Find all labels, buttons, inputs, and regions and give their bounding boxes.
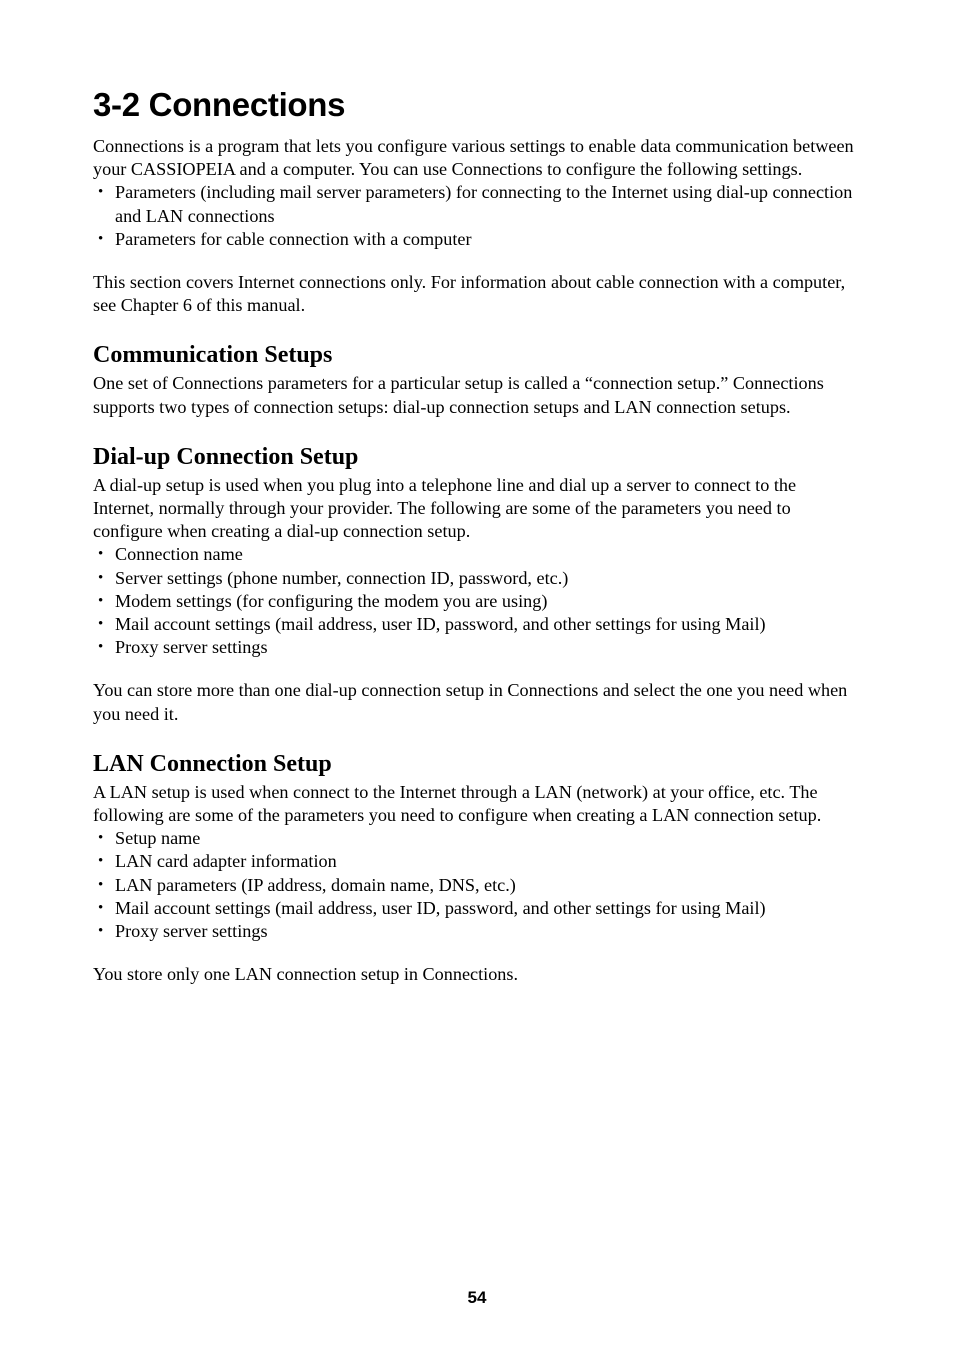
heading-lan-connection-setup: LAN Connection Setup: [93, 750, 332, 777]
bullet-icon: •: [98, 639, 104, 656]
list-item-label: Modem settings (for configuring the mode…: [115, 590, 548, 611]
list-item-label: Proxy server settings: [115, 637, 268, 658]
list-item: • Mail account settings (mail address, us…: [93, 613, 857, 636]
list-item-label: Connection name: [115, 544, 243, 565]
list-item: • Modem settings (for configuring the mod…: [93, 590, 857, 613]
intro-note-paragraph: This section covers Internet connections…: [93, 272, 846, 316]
list-item-label: Mail account settings (mail address, use…: [115, 614, 766, 635]
bullet-icon: •: [98, 230, 104, 247]
bullet-icon: •: [98, 592, 104, 609]
list-item-label: Parameters for cable connection with a c…: [115, 228, 472, 249]
list-item-label: Parameters (including mail server parame…: [115, 182, 853, 226]
lan-setup-paragraph: A LAN setup is used when connect to the …: [93, 781, 822, 826]
list-item: • Setup name: [93, 827, 857, 850]
list-item: • Parameters for cable connection with a …: [93, 228, 857, 251]
dialup-note-paragraph: You can store more than one dial-up conn…: [93, 680, 848, 724]
lan-note-paragraph: You store only one LAN connection setup …: [93, 964, 519, 985]
list-item-label: LAN parameters (IP address, domain name,…: [115, 874, 516, 895]
bullet-icon: •: [98, 184, 104, 201]
bullet-icon: •: [98, 616, 104, 633]
list-item-label: Mail account settings (mail address, use…: [115, 897, 766, 918]
page-content: 3-2 Connections Connections is a program…: [93, 86, 857, 986]
dialup-setup-paragraph: A dial-up setup is used when you plug in…: [93, 474, 797, 542]
list-item: • LAN parameters (IP address, domain name…: [93, 874, 857, 897]
document-page: 3-2 Connections Connections is a program…: [0, 0, 954, 1352]
bullet-icon: •: [98, 876, 104, 893]
intro-paragraph: Connections is a program that lets you c…: [93, 136, 854, 180]
bullet-icon: •: [98, 830, 104, 847]
list-item: • Server settings (phone number, connecti…: [93, 567, 857, 590]
bullet-icon: •: [98, 853, 104, 870]
list-item-label: Proxy server settings: [115, 921, 268, 942]
bullet-icon: •: [98, 899, 104, 916]
lan-bullet-list: • Setup name • LAN card adapter informatio…: [93, 827, 857, 943]
intro-bullet-list: • Parameters (including mail server param…: [93, 181, 857, 251]
list-item: • Parameters (including mail server param…: [93, 181, 857, 227]
heading-dialup-connection-setup: Dial-up Connection Setup: [93, 443, 359, 470]
list-item-label: LAN card adapter information: [115, 851, 337, 872]
list-item: • Mail account settings (mail address, us…: [93, 897, 857, 920]
bullet-icon: •: [98, 569, 104, 586]
bullet-icon: •: [98, 546, 104, 563]
page-number: 54: [467, 1288, 487, 1307]
page-title: 3-2 Connections: [93, 86, 346, 123]
list-item: • Connection name: [93, 543, 857, 566]
list-item-label: Setup name: [115, 828, 201, 849]
dialup-bullet-list: • Connection name • Server settings (phone…: [93, 543, 857, 659]
communication-setups-paragraph: One set of Connections parameters for a …: [93, 373, 824, 417]
bullet-icon: •: [98, 923, 104, 940]
heading-communication-setups: Communication Setups: [93, 342, 333, 369]
list-item: • LAN card adapter information: [93, 850, 857, 873]
list-item-label: Server settings (phone number, connectio…: [115, 567, 569, 588]
list-item: • Proxy server settings: [93, 636, 857, 659]
list-item: • Proxy server settings: [93, 920, 857, 943]
